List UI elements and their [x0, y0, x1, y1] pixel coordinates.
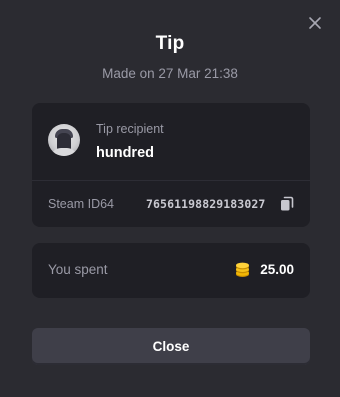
avatar-shirt: [51, 148, 77, 156]
steam-id-value: 76561198829183027: [146, 197, 266, 211]
recipient-card: Tip recipient hundred Steam ID64 7656119…: [32, 103, 310, 227]
recipient-name: hundred: [96, 145, 154, 161]
spent-label: You spent: [48, 262, 108, 277]
recipient-label: Tip recipient: [96, 122, 164, 136]
coin-icon: [235, 262, 250, 278]
dialog-subtitle: Made on 27 Mar 21:38: [102, 66, 238, 81]
steam-id-label: Steam ID64: [48, 197, 115, 211]
avatar: [48, 124, 80, 156]
close-icon[interactable]: [306, 14, 324, 32]
tip-modal: Tip Made on 27 Mar 21:38 Tip recipient h…: [0, 0, 340, 397]
spent-card: You spent 25.00: [32, 243, 310, 298]
dialog-title: Tip: [155, 33, 185, 54]
recipient-info: Tip recipient hundred: [32, 103, 310, 180]
spent-amount: 25.00: [260, 262, 294, 277]
close-button[interactable]: Close: [32, 328, 310, 365]
divider: [32, 180, 310, 181]
copy-icon[interactable]: [280, 196, 294, 212]
